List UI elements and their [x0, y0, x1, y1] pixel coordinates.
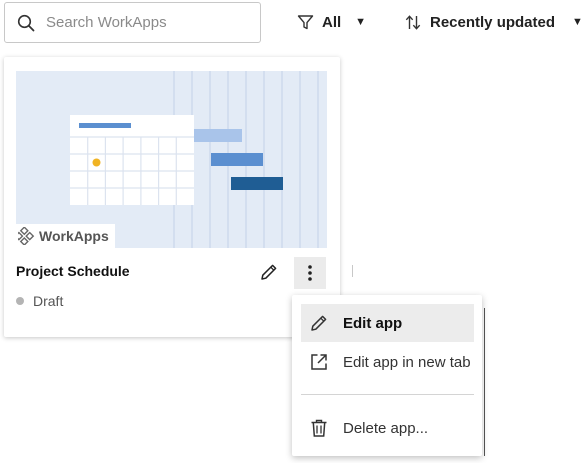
more-vertical-icon [308, 265, 312, 281]
menu-separator [301, 394, 474, 395]
app-card[interactable]: WorkApps Project Schedule Draft [4, 57, 340, 337]
menu-item-edit-app[interactable]: Edit app [301, 304, 474, 342]
workapps-logo-icon [18, 227, 35, 245]
menu-item-label: Edit app in new tab [343, 353, 471, 371]
status-dot-icon [16, 297, 24, 305]
sort-dropdown[interactable]: Recently updated ▼ [405, 10, 583, 34]
trash-icon [311, 419, 327, 437]
menu-item-label: Edit app [343, 314, 403, 332]
caret-down-icon: ▼ [355, 16, 367, 28]
filter-label: All [322, 13, 342, 31]
divider [484, 308, 485, 456]
search-icon [17, 14, 35, 31]
status-label: Draft [33, 293, 64, 309]
pencil-icon [261, 264, 277, 280]
workapps-brand-label: WorkApps [39, 228, 109, 244]
menu-item-edit-app-new-tab[interactable]: Edit app in new tab [301, 343, 474, 381]
filter-icon [297, 14, 314, 29]
menu-item-delete-app[interactable]: Delete app... [301, 409, 474, 447]
pencil-icon [311, 315, 327, 331]
more-options-button[interactable] [294, 257, 326, 289]
external-link-icon [311, 354, 327, 370]
status-badge: Draft [16, 293, 63, 309]
filter-dropdown[interactable]: All ▼ [297, 10, 366, 34]
sort-icon [405, 14, 421, 30]
search-box[interactable] [4, 2, 261, 43]
divider [352, 265, 353, 277]
app-title: Project Schedule [16, 263, 130, 279]
workapps-logo: WorkApps [16, 224, 115, 248]
app-thumbnail: WorkApps [16, 71, 327, 248]
edit-app-button[interactable] [255, 258, 283, 286]
schedule-illustration [70, 71, 319, 248]
app-context-menu: Edit app Edit app in new tab Delete app.… [292, 295, 482, 456]
search-input[interactable] [44, 13, 248, 32]
caret-down-icon: ▼ [572, 16, 583, 28]
menu-item-label: Delete app... [343, 419, 429, 437]
sort-label: Recently updated [430, 13, 556, 31]
